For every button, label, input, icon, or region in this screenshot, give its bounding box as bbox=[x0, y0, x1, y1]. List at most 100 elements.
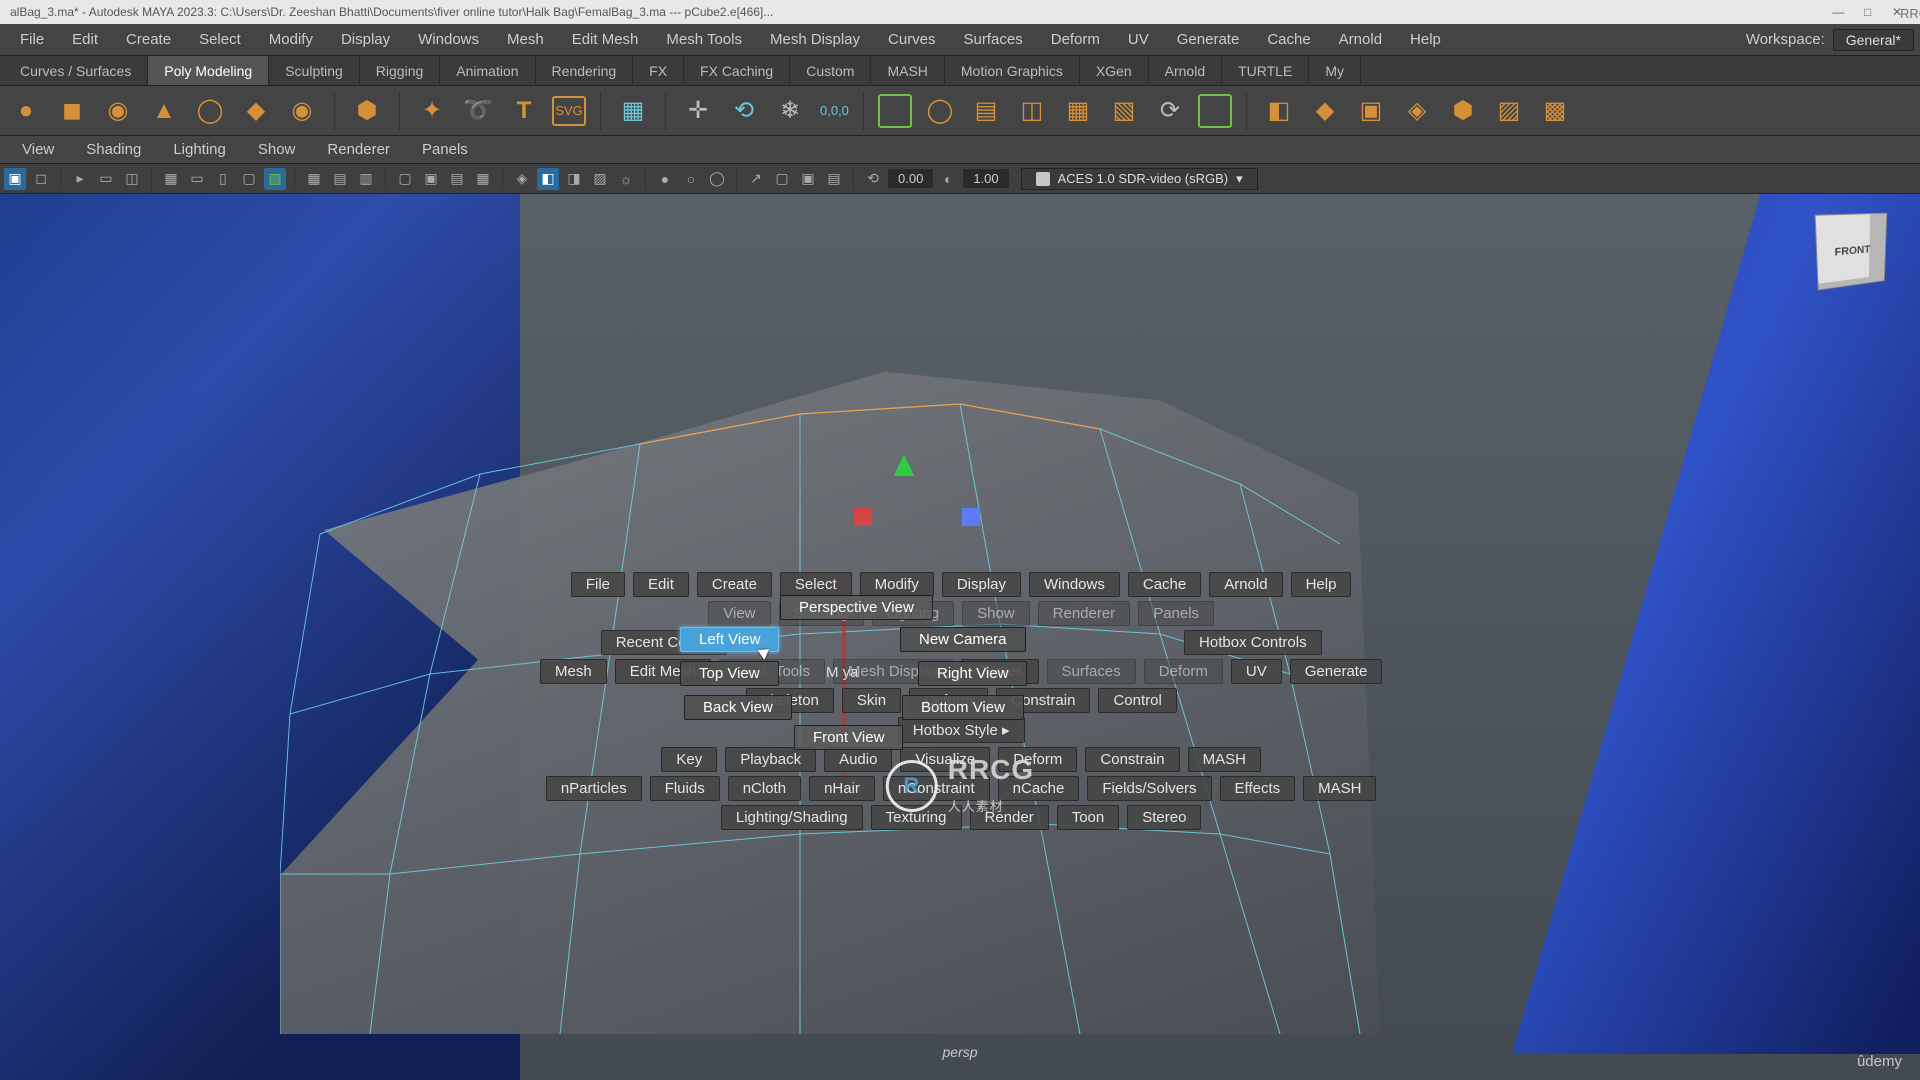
flat-shade-icon[interactable]: ▤ bbox=[329, 168, 351, 190]
hb-lighting-shading[interactable]: Lighting/Shading bbox=[721, 805, 863, 830]
hb-arnold[interactable]: Arnold bbox=[1209, 572, 1282, 597]
smooth-shade-icon[interactable]: ▦ bbox=[303, 168, 325, 190]
film-gate-icon[interactable]: ▭ bbox=[186, 168, 208, 190]
menu-modify[interactable]: Modify bbox=[255, 24, 327, 55]
select-camera-icon[interactable]: ▣ bbox=[4, 168, 26, 190]
hb-constrain2[interactable]: Constrain bbox=[1085, 747, 1179, 772]
grid-icon[interactable]: ▦ bbox=[615, 93, 651, 129]
hb-file[interactable]: File bbox=[571, 572, 625, 597]
panel-menu-renderer[interactable]: Renderer bbox=[311, 141, 406, 158]
light-icon[interactable]: ☼ bbox=[615, 168, 637, 190]
hb-nparticles[interactable]: nParticles bbox=[546, 776, 642, 801]
menu-edit[interactable]: Edit bbox=[58, 24, 112, 55]
shelf-tab-rigging[interactable]: Rigging bbox=[360, 56, 440, 85]
disc-icon[interactable]: ◉ bbox=[284, 93, 320, 129]
hb-create[interactable]: Create bbox=[697, 572, 772, 597]
texture-icon[interactable]: ▨ bbox=[589, 168, 611, 190]
platonic-icon[interactable]: ⬢ bbox=[349, 93, 385, 129]
hb-uv[interactable]: UV bbox=[1231, 659, 1282, 684]
iso-box-b-icon[interactable]: ▣ bbox=[797, 168, 819, 190]
hb-fields[interactable]: Fields/Solvers bbox=[1087, 776, 1211, 801]
shelf-tab-my[interactable]: My bbox=[1309, 56, 1361, 85]
radial-top-view[interactable]: Top View bbox=[680, 661, 779, 686]
hb-mash3[interactable]: MASH bbox=[1303, 776, 1376, 801]
menu-create[interactable]: Create bbox=[112, 24, 185, 55]
mesh-c-icon[interactable]: ▣ bbox=[1353, 93, 1389, 129]
ball-b-icon[interactable]: ○ bbox=[680, 168, 702, 190]
panel-menu-show[interactable]: Show bbox=[242, 141, 312, 158]
hb-surfaces[interactable]: Surfaces bbox=[1047, 659, 1136, 684]
sphere-icon[interactable]: ● bbox=[8, 93, 44, 129]
bookmark-icon[interactable]: ▸ bbox=[69, 168, 91, 190]
gamma-icon[interactable]: ◐ bbox=[937, 168, 959, 190]
xray-joints-icon[interactable]: ◨ bbox=[563, 168, 585, 190]
hb-stereo[interactable]: Stereo bbox=[1127, 805, 1201, 830]
radial-back-view[interactable]: Back View bbox=[684, 695, 792, 720]
iso-box-a-icon[interactable]: ▢ bbox=[771, 168, 793, 190]
workspace-selector[interactable]: Workspace: General* bbox=[1746, 29, 1914, 51]
workspace-value[interactable]: General* bbox=[1833, 29, 1914, 51]
shelf-tab-xgen[interactable]: XGen bbox=[1080, 56, 1149, 85]
radial-front-view[interactable]: Front View bbox=[794, 725, 903, 750]
shelf-tab-arnold[interactable]: Arnold bbox=[1149, 56, 1222, 85]
shelf-tab-custom[interactable]: Custom bbox=[790, 56, 871, 85]
mesh-b-icon[interactable]: ◆ bbox=[1307, 93, 1343, 129]
cone-icon[interactable]: ▲ bbox=[146, 93, 182, 129]
plane-icon[interactable]: ◆ bbox=[238, 93, 274, 129]
hb-effects[interactable]: Effects bbox=[1220, 776, 1296, 801]
shelf-tab-turtle[interactable]: TURTLE bbox=[1222, 56, 1309, 85]
symmetry-b-icon[interactable]: ◯ bbox=[922, 93, 958, 129]
hb-ncloth[interactable]: nCloth bbox=[728, 776, 801, 801]
minimize-icon[interactable]: — bbox=[1825, 0, 1851, 24]
hb-windows[interactable]: Windows bbox=[1029, 572, 1120, 597]
toggle-a-icon[interactable]: ⟳ bbox=[1152, 93, 1188, 129]
helix-icon[interactable]: ➰ bbox=[460, 93, 496, 129]
use-all-lights-icon[interactable]: ▥ bbox=[355, 168, 377, 190]
view-cube[interactable]: FRONT bbox=[1815, 213, 1888, 291]
gamma-value[interactable]: 1.00 bbox=[963, 169, 1008, 188]
mesh-g-icon[interactable]: ▩ bbox=[1537, 93, 1573, 129]
radial-bottom-view[interactable]: Bottom View bbox=[902, 695, 1024, 720]
hb-select[interactable]: Select bbox=[780, 572, 852, 597]
aa-icon[interactable]: ▦ bbox=[472, 168, 494, 190]
shelf-tab-mash[interactable]: MASH bbox=[871, 56, 944, 85]
menu-windows[interactable]: Windows bbox=[404, 24, 493, 55]
menu-arnold[interactable]: Arnold bbox=[1325, 24, 1396, 55]
hb-panels[interactable]: Panels bbox=[1138, 601, 1214, 626]
radial-menu[interactable]: Perspective View Left View New Camera To… bbox=[670, 599, 1030, 769]
menu-select[interactable]: Select bbox=[185, 24, 255, 55]
hb-deform[interactable]: Deform bbox=[1144, 659, 1223, 684]
menu-mesh-tools[interactable]: Mesh Tools bbox=[652, 24, 756, 55]
mesh-a-icon[interactable]: ◧ bbox=[1261, 93, 1297, 129]
ao-icon[interactable]: ▣ bbox=[420, 168, 442, 190]
color-space-dropdown[interactable]: ACES 1.0 SDR-video (sRGB) ▾ bbox=[1021, 168, 1258, 190]
component-d-icon[interactable]: ▧ bbox=[1106, 93, 1142, 129]
shelf-tab-rendering[interactable]: Rendering bbox=[536, 56, 634, 85]
image-plane-icon[interactable]: ▭ bbox=[95, 168, 117, 190]
component-c-icon[interactable]: ▦ bbox=[1060, 93, 1096, 129]
menu-curves[interactable]: Curves bbox=[874, 24, 950, 55]
hb-mash2[interactable]: MASH bbox=[1188, 747, 1261, 772]
menu-cache[interactable]: Cache bbox=[1253, 24, 1324, 55]
iso-box-c-icon[interactable]: ▤ bbox=[823, 168, 845, 190]
lock-camera-icon[interactable]: ◻ bbox=[30, 168, 52, 190]
menu-help[interactable]: Help bbox=[1396, 24, 1455, 55]
hb-mesh[interactable]: Mesh bbox=[540, 659, 607, 684]
shelf-tab-fx[interactable]: FX bbox=[633, 56, 684, 85]
resolution-gate-icon[interactable]: ▯ bbox=[212, 168, 234, 190]
menu-uv[interactable]: UV bbox=[1114, 24, 1163, 55]
shelf-tab-sculpting[interactable]: Sculpting bbox=[269, 56, 360, 85]
menu-deform[interactable]: Deform bbox=[1037, 24, 1114, 55]
isolate-icon[interactable]: ◈ bbox=[511, 168, 533, 190]
hb-modify[interactable]: Modify bbox=[860, 572, 934, 597]
panel-menu-view[interactable]: View bbox=[6, 141, 70, 158]
toggle-b-icon[interactable] bbox=[1198, 94, 1232, 128]
hb-renderer[interactable]: Renderer bbox=[1038, 601, 1131, 626]
mesh-f-icon[interactable]: ▨ bbox=[1491, 93, 1527, 129]
freeze-icon[interactable]: ❄ bbox=[772, 93, 808, 129]
two-side-icon[interactable]: ◫ bbox=[121, 168, 143, 190]
svg-icon[interactable]: SVG bbox=[552, 96, 586, 126]
motion-blur-icon[interactable]: ▤ bbox=[446, 168, 468, 190]
menu-generate[interactable]: Generate bbox=[1163, 24, 1254, 55]
viewport[interactable]: FRONT File Edit Create Select Modify Dis… bbox=[0, 194, 1920, 1080]
